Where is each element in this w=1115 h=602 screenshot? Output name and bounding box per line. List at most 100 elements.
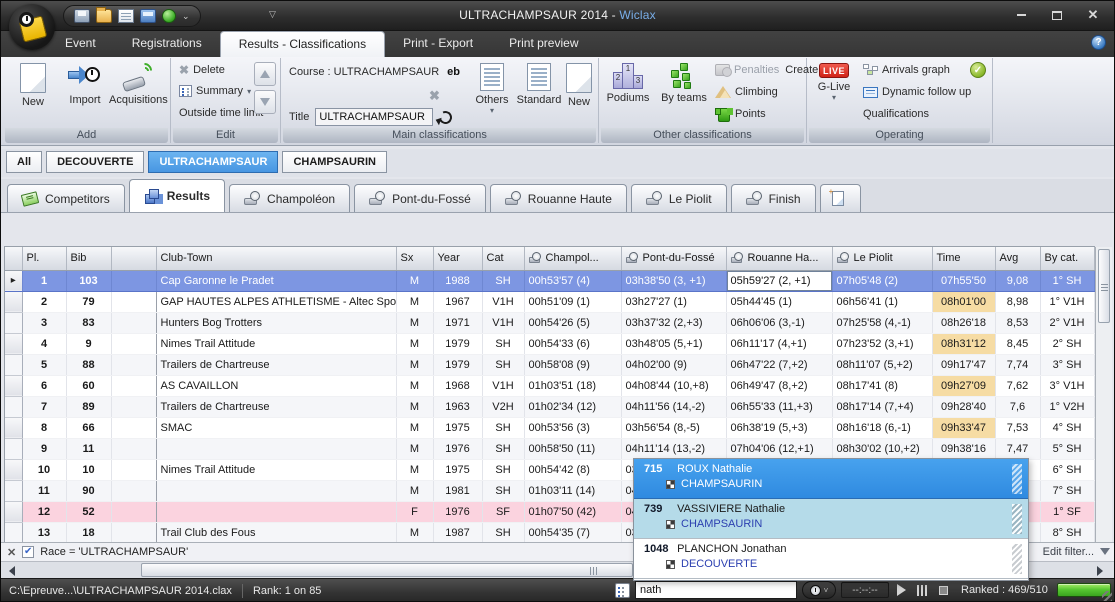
cell-club-town[interactable]: SMAC [156,417,396,438]
cell-bib[interactable]: 60 [66,375,111,396]
cell-champoleon-split[interactable]: 00h54'26 (5) [524,312,621,333]
cell-average[interactable]: 8,53 [995,312,1040,333]
cell-by-category[interactable]: 2° V1H [1040,312,1094,333]
cell-champoleon-split[interactable]: 00h54'42 (8) [524,459,621,480]
column-header[interactable]: Rouanne Ha... [726,247,832,270]
row-selector[interactable] [5,333,22,354]
wiclax-logo[interactable] [9,4,55,50]
import-button[interactable]: Import [59,61,111,125]
table-row[interactable]: 3 83 Hunters Bog Trotters M 1971 V1H 00h… [5,312,1094,333]
cell-le-piolit-split[interactable]: 08h17'41 (8) [832,375,932,396]
column-header[interactable] [111,247,156,270]
cell-place[interactable]: 10 [22,459,66,480]
row-selector[interactable] [5,396,22,417]
cell-category[interactable]: V1H [482,375,524,396]
search-icon[interactable] [615,583,630,598]
ribbon-tab[interactable]: Registrations [114,31,220,57]
cell-sex[interactable]: M [396,480,433,501]
column-header[interactable]: Cat [482,247,524,270]
cell-year[interactable]: 1976 [433,438,482,459]
cell-place[interactable]: 1 [22,270,66,291]
race-filter-button[interactable]: All [6,151,42,173]
cell-pont-du-fosse-split[interactable]: 04h02'00 (9) [621,354,726,375]
cell-bib[interactable]: 9 [66,333,111,354]
cell-club-town[interactable]: GAP HAUTES ALPES ATHLETISME - Altec Spor… [156,291,396,312]
cell-by-category[interactable]: 1° V2H [1040,396,1094,417]
cell-place[interactable]: 6 [22,375,66,396]
standard-button[interactable]: Standard [515,61,563,125]
column-header[interactable]: Pl. [22,247,66,270]
cell-bib[interactable]: 90 [66,480,111,501]
cell-year[interactable]: 1979 [433,333,482,354]
column-header[interactable]: Bib [66,247,111,270]
cell-place[interactable]: 2 [22,291,66,312]
cell-category[interactable]: SH [482,459,524,480]
scroll-right-icon[interactable] [1091,563,1108,578]
cell-average[interactable]: 8,98 [995,291,1040,312]
cell-sex[interactable]: M [396,459,433,480]
column-header[interactable]: Pont-du-Fossé [621,247,726,270]
race-filter-button[interactable]: CHAMPSAURIN [282,151,387,173]
cell-le-piolit-split[interactable]: 08h11'07 (5,+2) [832,354,932,375]
cell-le-piolit-split[interactable]: 06h56'41 (1) [832,291,932,312]
vertical-scrollbar-thumb[interactable] [1098,249,1110,323]
cell-blank[interactable] [111,312,156,333]
cell-year[interactable]: 1987 [433,522,482,543]
edit-filter-link[interactable]: Edit filter... [1043,546,1094,558]
cell-bib[interactable]: 10 [66,459,111,480]
column-header[interactable]: Time [932,247,995,270]
by-teams-button[interactable]: By teams [657,61,711,125]
cell-time[interactable]: 08h26'18 [932,312,995,333]
arrivals-graph-button[interactable]: Arrivals graph [863,64,950,76]
new-classification-button[interactable]: New [563,61,595,125]
cell-sex[interactable]: F [396,501,433,522]
refresh-icon[interactable] [438,109,455,126]
cell-club-town[interactable]: Trailers de Chartreuse [156,354,396,375]
minimize-button[interactable] [1010,8,1032,22]
cell-by-category[interactable]: 3° SH [1040,354,1094,375]
cell-by-category[interactable]: 7° SH [1040,480,1094,501]
cell-champoleon-split[interactable]: 00h51'09 (1) [524,291,621,312]
outside-time-limit-button[interactable]: Outside time limit [179,107,263,119]
cell-time[interactable]: 09h33'47 [932,417,995,438]
cell-champoleon-split[interactable]: 01h03'11 (14) [524,480,621,501]
cell-rouanne-haute-split[interactable]: 05h44'45 (1) [726,291,832,312]
cell-sex[interactable]: M [396,312,433,333]
cell-blank[interactable] [111,333,156,354]
cell-rouanne-haute-split[interactable]: 07h04'06 (12,+1) [726,438,832,459]
points-button[interactable]: Points [715,108,766,120]
cell-place[interactable]: 12 [22,501,66,522]
cell-sex[interactable]: M [396,291,433,312]
table-row[interactable]: 8 66 SMAC M 1975 SH 00h53'56 (3) 03h56'5… [5,417,1094,438]
row-selector[interactable] [5,291,22,312]
cell-club-town[interactable]: AS CAVAILLON [156,375,396,396]
cell-pont-du-fosse-split[interactable]: 03h48'05 (5,+1) [621,333,726,354]
cell-pont-du-fosse-split[interactable]: 03h37'32 (2,+3) [621,312,726,333]
row-selector[interactable] [5,501,22,522]
cell-rouanne-haute-split[interactable]: 06h47'22 (7,+2) [726,354,832,375]
cell-year[interactable]: 1981 [433,480,482,501]
cell-club-town[interactable]: Nimes Trail Attitude [156,333,396,354]
remove-classification-icon[interactable]: ✖ [429,88,440,104]
table-row[interactable]: 9 11 M 1976 SH 00h58'50 (11) 04h11'14 (1… [5,438,1094,459]
cell-place[interactable]: 8 [22,417,66,438]
cell-time[interactable]: 09h28'40 [932,396,995,417]
view-panel-icon[interactable] [140,9,156,23]
column-header[interactable]: By cat. [1040,247,1094,270]
close-button[interactable]: ✕ [1082,8,1104,22]
cell-blank[interactable] [111,417,156,438]
cell-year[interactable]: 1976 [433,501,482,522]
check-circle-icon[interactable]: ✓ [970,62,986,78]
cell-time[interactable]: 08h01'00 [932,291,995,312]
sheet-tab[interactable]: Rouanne Haute [490,184,627,212]
cell-bib[interactable]: 83 [66,312,111,333]
cell-club-town[interactable]: Cap Garonne le Pradet [156,270,396,291]
column-header[interactable]: Le Piolit [832,247,932,270]
cell-champoleon-split[interactable]: 00h54'35 (7) [524,522,621,543]
cell-rouanne-haute-split[interactable]: 06h49'47 (8,+2) [726,375,832,396]
search-result-item[interactable]: 1048 PLANCHON Jonathan DECOUVERTE [634,539,1028,579]
save-icon[interactable] [74,9,90,23]
cell-category[interactable]: V2H [482,396,524,417]
table-row[interactable]: ▸ 1 103 Cap Garonne le Pradet M 1988 SH … [5,270,1094,291]
row-selector[interactable] [5,459,22,480]
